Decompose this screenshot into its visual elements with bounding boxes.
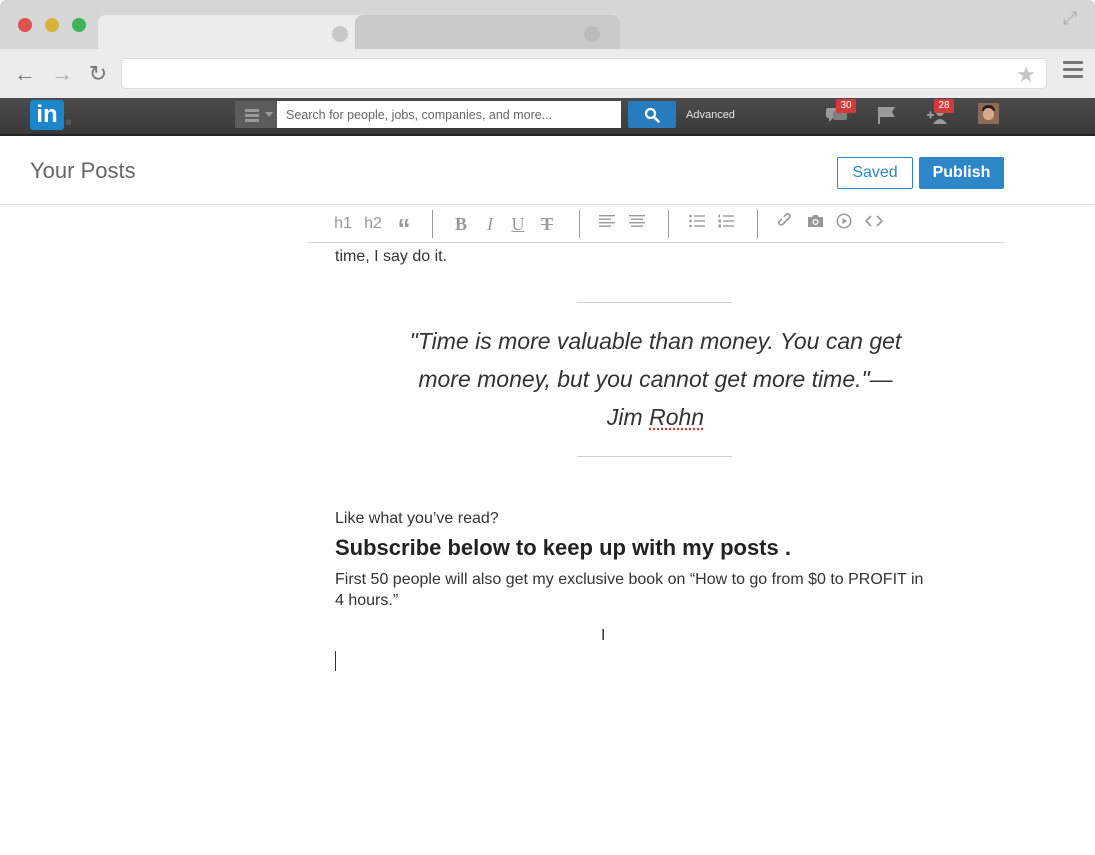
search-input[interactable] [277, 101, 621, 128]
insert-embed-button[interactable] [863, 213, 885, 235]
browser-menu-icon[interactable] [1063, 61, 1083, 83]
strikethrough-button[interactable]: T [538, 213, 556, 235]
insert-image-button[interactable] [806, 213, 824, 235]
align-left-icon [599, 215, 615, 227]
bullet-list-button[interactable] [688, 213, 706, 235]
avatar[interactable] [978, 103, 999, 124]
publish-button[interactable]: Publish [919, 157, 1004, 189]
linkedin-logo[interactable]: in [30, 100, 64, 130]
quote-author-misspelled: Rohn [649, 404, 705, 430]
lead-paragraph[interactable]: Like what you’ve read? [335, 510, 499, 528]
quote-top-rule [577, 302, 732, 303]
advanced-search-link[interactable]: Advanced [686, 109, 735, 121]
registered-mark: ® [66, 120, 72, 127]
link-icon [778, 213, 791, 226]
browser-toolbar: ← → ↻ ★ [0, 49, 1095, 98]
page-title: Your Posts [30, 158, 136, 183]
back-icon[interactable]: ← [12, 61, 38, 87]
zoom-window-button[interactable] [72, 18, 86, 32]
search-icon [644, 107, 660, 123]
page-header: Your Posts Saved Publish [0, 138, 1095, 205]
linkedin-navbar: in ® Advanced 30 28 [0, 98, 1095, 136]
quote-bottom-rule [577, 456, 732, 457]
messages-badge: 30 [836, 99, 856, 113]
camera-icon [807, 215, 823, 227]
close-window-button[interactable] [18, 18, 32, 32]
blockquote-button[interactable]: “ [393, 213, 415, 243]
numbered-list-button[interactable] [717, 213, 735, 235]
align-center-button[interactable] [628, 213, 646, 235]
description-paragraph[interactable]: First 50 people will also get my exclusi… [335, 569, 935, 611]
mouse-ibeam-cursor: I [601, 626, 606, 644]
insert-video-button[interactable] [835, 213, 853, 235]
heading-2-button[interactable]: h2 [361, 213, 385, 235]
heading-1-button[interactable]: h1 [332, 213, 354, 235]
editor-toolbar: h1 h2 “ B I U T [308, 205, 1004, 243]
browser-tab-inactive[interactable] [355, 15, 620, 49]
browser-chrome: ⤢ ← → ↻ ★ [0, 0, 1095, 98]
fullscreen-icon[interactable]: ⤢ [1063, 8, 1085, 30]
play-icon [836, 213, 852, 229]
tab-close-icon[interactable] [584, 26, 600, 42]
align-center-icon [629, 215, 645, 227]
body-paragraph-fragment[interactable]: time, I say do it. [335, 248, 447, 266]
minimize-window-button[interactable] [45, 18, 59, 32]
chevron-down-icon [265, 112, 273, 117]
bullet-list-icon [689, 214, 705, 228]
text-insertion-caret[interactable] [335, 651, 336, 671]
toolbar-divider [432, 210, 433, 238]
browser-tab-active[interactable] [98, 15, 368, 49]
numbered-list-icon [718, 214, 734, 228]
connections-badge: 28 [934, 99, 954, 113]
saved-button[interactable]: Saved [837, 157, 913, 189]
notifications-flag-icon[interactable] [876, 105, 900, 125]
reload-icon[interactable]: ↻ [85, 61, 111, 87]
bookmark-star-icon[interactable]: ★ [1016, 62, 1036, 88]
italic-button[interactable]: I [481, 213, 499, 235]
code-icon [864, 215, 884, 227]
toolbar-divider [579, 210, 580, 238]
toolbar-divider [757, 210, 758, 238]
toolbar-divider [668, 210, 669, 238]
bold-button[interactable]: B [452, 213, 470, 235]
search-button[interactable] [628, 101, 676, 128]
pull-quote[interactable]: "Time is more valuable than money. You c… [408, 322, 903, 436]
search-category-dropdown[interactable] [235, 101, 277, 128]
insert-link-button[interactable] [777, 213, 795, 235]
tab-close-icon[interactable] [332, 26, 348, 42]
subscribe-heading[interactable]: Subscribe below to keep up with my posts… [335, 535, 791, 561]
quote-icon: “ [397, 213, 411, 243]
align-left-button[interactable] [598, 213, 616, 235]
underline-button[interactable]: U [509, 213, 527, 235]
forward-icon[interactable]: → [49, 61, 75, 87]
address-bar[interactable]: ★ [121, 58, 1047, 89]
